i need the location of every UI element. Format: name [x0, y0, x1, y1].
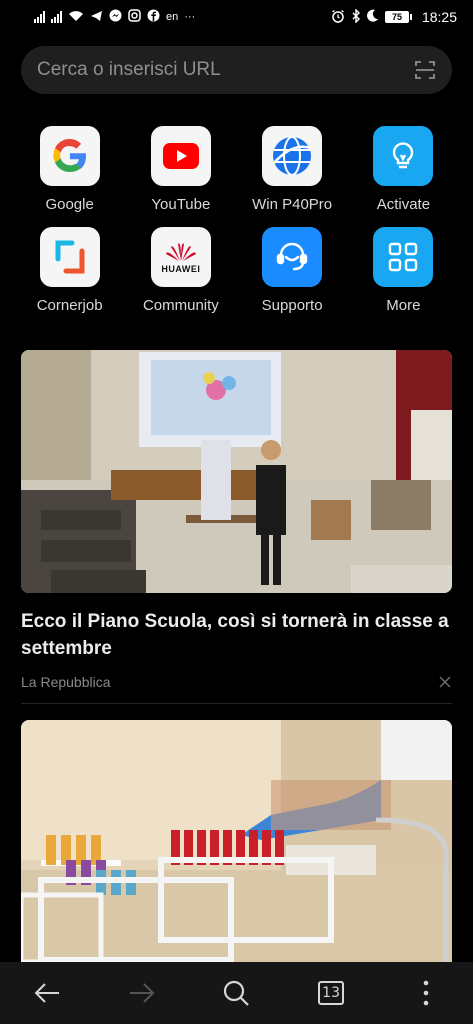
news-source: La Repubblica: [21, 674, 111, 690]
shortcut-label: Win P40Pro: [252, 196, 333, 213]
status-left: en ···: [34, 9, 195, 25]
news-card[interactable]: Ecco il Piano Scuola, così si tornerà in…: [21, 350, 452, 690]
grid-icon: [373, 227, 434, 287]
shortcut-youtube[interactable]: YouTube: [125, 126, 236, 213]
support-agent-icon: [262, 227, 323, 287]
url-search-bar[interactable]: Cerca o inserisci URL: [21, 46, 452, 94]
language-indicator: en: [166, 11, 179, 23]
messenger-icon: [109, 9, 122, 25]
facebook-icon: [147, 9, 160, 25]
shortcut-win-p40pro[interactable]: Win P40Pro: [237, 126, 348, 213]
youtube-icon: [150, 126, 211, 186]
telegram-icon: [90, 10, 103, 25]
back-button[interactable]: [17, 968, 77, 1018]
bluetooth-icon: [351, 7, 361, 26]
bottom-navigation: 13: [0, 962, 473, 1024]
shortcut-grid: Google YouTube Win P40Pro Activate Corne…: [14, 126, 459, 314]
more-notifications-icon: ···: [184, 11, 196, 23]
instagram-icon: [128, 9, 141, 25]
scan-icon[interactable]: [414, 59, 436, 81]
more-vertical-icon: [423, 980, 428, 1006]
shortcut-label: More: [386, 297, 421, 314]
divider: [21, 703, 452, 704]
news-card[interactable]: [21, 720, 452, 962]
close-icon[interactable]: [438, 675, 452, 689]
shortcut-cornerjob[interactable]: Cornerjob: [14, 227, 125, 314]
arrow-left-icon: [34, 983, 60, 1003]
signal-icon-2: [51, 11, 62, 23]
news-meta: La Repubblica: [21, 674, 452, 690]
lightbulb-icon: [373, 126, 434, 186]
signal-icon: [34, 11, 45, 23]
news-image[interactable]: [21, 720, 452, 962]
arrow-right-icon: [129, 983, 155, 1003]
tabs-button[interactable]: 13: [301, 968, 361, 1018]
shortcut-label: Google: [45, 196, 94, 213]
globe-icon: [262, 126, 323, 186]
clock: 18:25: [421, 9, 457, 25]
shortcut-community[interactable]: HUAWEI Community: [125, 227, 236, 314]
cornerjob-icon: [39, 227, 100, 287]
huawei-icon: HUAWEI: [150, 227, 211, 287]
shortcut-label: Supporto: [261, 297, 323, 314]
forward-button[interactable]: [112, 968, 172, 1018]
google-icon: [39, 126, 100, 186]
shortcut-activate[interactable]: Activate: [348, 126, 459, 213]
tab-count: 13: [318, 981, 345, 1005]
alarm-icon: [331, 9, 345, 26]
status-bar: en ··· 75 18:25: [0, 0, 473, 34]
shortcut-supporto[interactable]: Supporto: [237, 227, 348, 314]
shortcut-label: Activate: [376, 196, 431, 213]
news-image[interactable]: [21, 350, 452, 593]
shortcut-label: Cornerjob: [36, 297, 103, 314]
battery-icon: 75: [384, 11, 412, 23]
search-icon: [224, 980, 250, 1006]
search-input[interactable]: Cerca o inserisci URL: [37, 59, 414, 81]
news-headline[interactable]: Ecco il Piano Scuola, così si tornerà in…: [21, 608, 452, 662]
wifi-icon: [68, 10, 84, 25]
moon-icon: [366, 9, 379, 25]
search-button[interactable]: [206, 968, 266, 1018]
shortcut-google[interactable]: Google: [14, 126, 125, 213]
shortcut-label: Community: [142, 297, 219, 314]
shortcut-more[interactable]: More: [348, 227, 459, 314]
huawei-wordmark: HUAWEI: [161, 264, 201, 274]
battery-level: 75: [384, 11, 409, 23]
menu-button[interactable]: [396, 968, 456, 1018]
shortcut-label: YouTube: [151, 196, 211, 213]
status-right: 75 18:25: [331, 7, 457, 26]
